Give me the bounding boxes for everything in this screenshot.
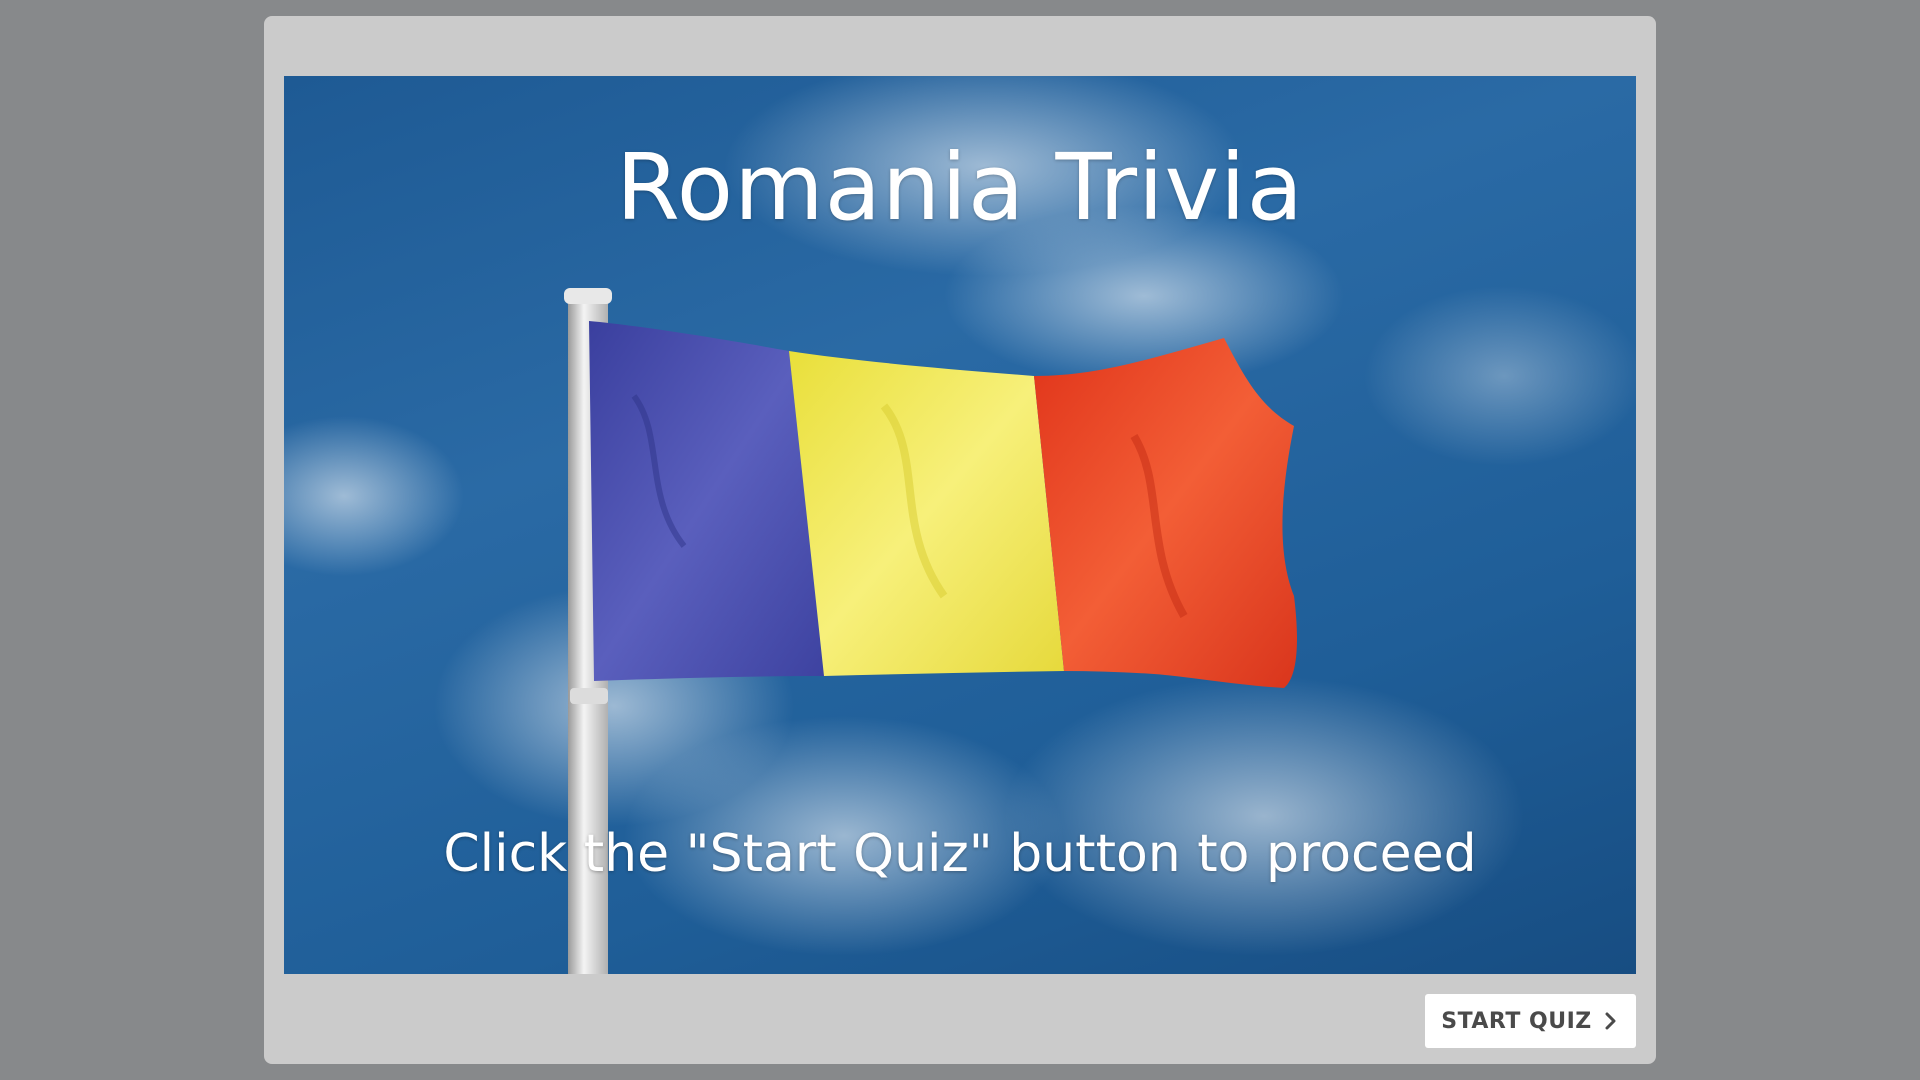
start-quiz-label: START QUIZ bbox=[1441, 1008, 1592, 1034]
quiz-instructions: Click the "Start Quiz" button to proceed bbox=[443, 824, 1477, 884]
quiz-title: Romania Trivia bbox=[615, 134, 1304, 241]
title-slide: Romania Trivia Click the "Start Quiz" bu… bbox=[284, 76, 1636, 974]
quiz-frame: Romania Trivia Click the "Start Quiz" bu… bbox=[264, 16, 1656, 1064]
chevron-right-icon bbox=[1605, 1012, 1616, 1030]
flag-red-stripe bbox=[1034, 338, 1297, 688]
start-quiz-button[interactable]: START QUIZ bbox=[1425, 994, 1636, 1048]
flag-blue-stripe bbox=[589, 321, 824, 681]
flag-yellow-stripe bbox=[789, 351, 1064, 676]
